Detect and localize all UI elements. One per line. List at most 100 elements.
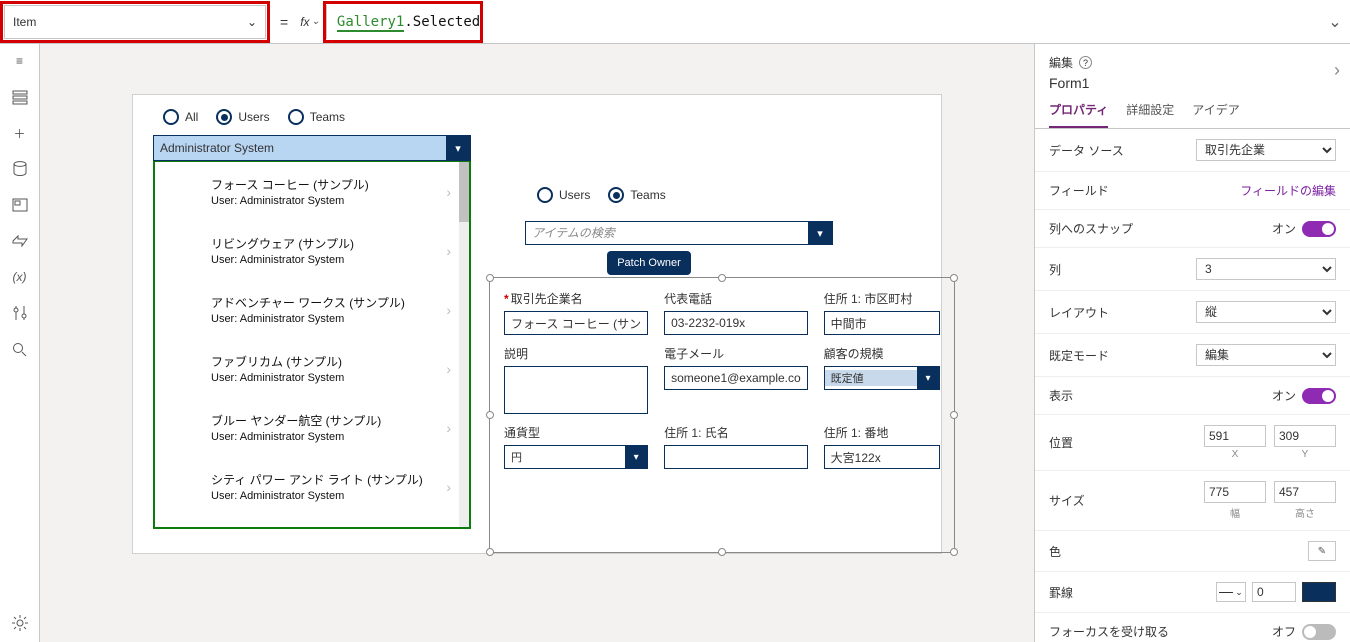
app-screen: All Users Teams Administrator System ▾ フ… [132,94,942,554]
variables-icon[interactable]: (x) [11,268,29,286]
list-item[interactable]: ファブリカム (サンプル)User: Administrator System› [155,339,469,398]
chevron-down-icon: ▾ [917,367,939,389]
resize-handle[interactable] [718,274,726,282]
list-item[interactable]: フォース コーヒー (サンプル)User: Administrator Syst… [155,162,469,221]
list-item[interactable]: ブルー ヤンダー航空 (サンプル)User: Administrator Sys… [155,398,469,457]
tab-properties[interactable]: プロパティ [1049,101,1108,128]
automate-icon[interactable] [11,232,29,250]
radio-teams-2[interactable]: Teams [608,187,665,203]
patch-owner-button[interactable]: Patch Owner [607,251,691,275]
resize-handle[interactable] [486,274,494,282]
help-icon[interactable]: ? [1079,56,1092,69]
edit-fields-link[interactable]: フィールドの編集 [1240,182,1336,199]
tab-ideas[interactable]: アイデア [1192,101,1239,128]
focus-toggle[interactable] [1302,624,1336,640]
border-style-select[interactable]: ⌄ [1216,582,1246,602]
row-color: 色 ✎ [1035,531,1350,572]
expand-formula-icon[interactable]: ⌄ [1320,12,1350,32]
columns-select[interactable]: 3 [1196,258,1336,280]
color-picker[interactable]: ✎ [1308,541,1336,561]
data-icon[interactable] [11,160,29,178]
size-h-input[interactable] [1274,481,1336,503]
border-width-input[interactable] [1252,582,1296,602]
chevron-right-icon[interactable]: › [1334,60,1340,81]
position-y-input[interactable] [1274,425,1336,447]
card-address-name[interactable]: 住所 1: 氏名 [664,424,808,469]
formula-text: Gallery1.Selected [337,14,480,30]
text-input[interactable]: someone1@example.co [664,366,808,390]
resize-handle[interactable] [718,548,726,556]
card-city[interactable]: 住所 1: 市区町村 中間市 [824,290,940,335]
resize-handle[interactable] [950,548,958,556]
card-street[interactable]: 住所 1: 番地 大宮122x [824,424,940,469]
row-position: 位置 X Y [1035,415,1350,471]
resize-handle[interactable] [950,274,958,282]
dropdown[interactable]: 既定値▾ [824,366,940,390]
insert-icon[interactable]: ＋ [11,124,29,142]
position-x-input[interactable] [1204,425,1266,447]
hamburger-icon[interactable]: ≡ [11,52,29,70]
card-email[interactable]: 電子メール someone1@example.co [664,345,808,414]
text-input[interactable]: フォース コーヒー (サン [504,311,648,335]
text-input[interactable]: 中間市 [824,311,940,335]
resize-handle[interactable] [486,411,494,419]
chevron-down-icon: ⌄ [312,16,320,27]
mode-select[interactable]: 編集 [1196,344,1336,366]
owner-combobox[interactable]: Administrator System ▾ [153,135,471,161]
radio-users[interactable]: Users [216,109,269,125]
owner-picker: Administrator System ▾ フォース コーヒー (サンプル)U… [153,135,471,529]
settings-icon[interactable] [11,614,29,632]
list-item[interactable]: アドベンチャー ワークス (サンプル)User: Administrator S… [155,280,469,339]
text-input[interactable]: 大宮122x [824,445,940,469]
panel-tabs: プロパティ 詳細設定 アイデア [1035,91,1350,129]
radio-teams[interactable]: Teams [288,109,345,125]
list-item[interactable]: シティ パワー アンド ライト (サンプル)User: Administrato… [155,457,469,516]
row-visible: 表示 オン [1035,377,1350,415]
scrollbar[interactable] [459,162,469,527]
chevron-down-icon[interactable]: ▾ [808,222,832,244]
card-account-name[interactable]: *取引先企業名 フォース コーヒー (サン [504,290,648,335]
layout-select[interactable]: 縦 [1196,301,1336,323]
fx-button[interactable]: fx ⌄ [294,15,326,29]
list-item[interactable]: リビングウェア (サンプル)User: Administrator System… [155,221,469,280]
search-icon[interactable] [11,340,29,358]
snap-toggle[interactable] [1302,221,1336,237]
size-w-input[interactable] [1204,481,1266,503]
border-color-picker[interactable] [1302,582,1336,602]
card-currency[interactable]: 通貨型 円▾ [504,424,648,469]
tree-view-icon[interactable] [11,88,29,106]
canvas[interactable]: All Users Teams Administrator System ▾ フ… [40,44,1034,642]
visible-toggle[interactable] [1302,388,1336,404]
row-snap: 列へのスナップ オン [1035,210,1350,248]
owner-type-filter-right: Users Teams [537,187,666,203]
text-input[interactable]: 03-2232-019x [664,311,808,335]
resize-handle[interactable] [486,548,494,556]
scrollbar-thumb[interactable] [459,162,469,222]
property-dropdown[interactable]: Item ⌄ [4,5,266,39]
item-search-input[interactable] [526,222,808,244]
text-input[interactable] [504,366,648,414]
item-search-combobox[interactable]: ▾ [525,221,833,245]
card-customer-size[interactable]: 顧客の規模 既定値▾ [824,345,940,414]
radio-users-2[interactable]: Users [537,187,590,203]
card-description[interactable]: 説明 [504,345,648,414]
properties-panel: 編集 ? Form1 › プロパティ 詳細設定 アイデア データ ソース 取引先… [1034,44,1350,642]
formula-input[interactable]: Gallery1.Selected [326,5,1320,39]
datasource-select[interactable]: 取引先企業 [1196,139,1336,161]
property-dropdown-value: Item [13,15,36,29]
card-phone[interactable]: 代表電話 03-2232-019x [664,290,808,335]
dropdown[interactable]: 円▾ [504,445,648,469]
media-icon[interactable] [11,196,29,214]
row-layout: レイアウト 縦 [1035,291,1350,334]
resize-handle[interactable] [950,411,958,419]
text-input[interactable] [664,445,808,469]
form1[interactable]: *取引先企業名 フォース コーヒー (サン 代表電話 03-2232-019x … [489,277,955,553]
owner-type-filter-top: All Users Teams [163,109,345,125]
chevron-down-icon[interactable]: ▾ [446,136,470,160]
chevron-right-icon: › [446,184,451,200]
row-datasource: データ ソース 取引先企業 [1035,129,1350,172]
radio-all[interactable]: All [163,109,198,125]
tab-advanced[interactable]: 詳細設定 [1126,101,1174,128]
gallery1[interactable]: フォース コーヒー (サンプル)User: Administrator Syst… [153,161,471,529]
advanced-tools-icon[interactable] [11,304,29,322]
